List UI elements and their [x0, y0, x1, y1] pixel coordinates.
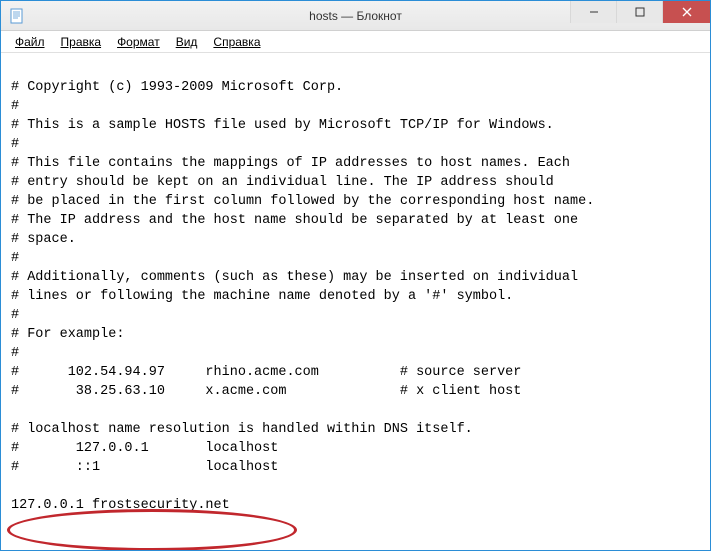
titlebar: hosts — Блокнот — [1, 1, 710, 31]
text-line: # lines or following the machine name de… — [11, 289, 513, 304]
minimize-button[interactable] — [570, 1, 616, 23]
text-line: # — [11, 308, 19, 323]
text-line: # 38.25.63.10 x.acme.com # x client host — [11, 384, 521, 399]
text-line: # The IP address and the host name shoul… — [11, 213, 578, 228]
window-title: hosts — Блокнот — [309, 9, 402, 23]
annotation-circle — [7, 509, 297, 550]
menu-edit[interactable]: Правка — [53, 33, 110, 51]
menubar: Файл Правка Формат Вид Справка — [1, 31, 710, 53]
menu-view[interactable]: Вид — [168, 33, 206, 51]
text-line: # ::1 localhost — [11, 460, 278, 475]
text-line: 127.0.0.1 frostsecurity.net — [11, 498, 230, 513]
text-line: # 127.0.0.1 localhost — [11, 441, 278, 456]
text-line: # — [11, 346, 19, 361]
text-line: # — [11, 99, 19, 114]
text-editor-area[interactable]: # Copyright (c) 1993-2009 Microsoft Corp… — [1, 53, 710, 550]
notepad-icon — [9, 8, 25, 24]
maximize-button[interactable] — [616, 1, 662, 23]
text-line: # Additionally, comments (such as these)… — [11, 270, 578, 285]
text-line: # — [11, 251, 19, 266]
text-line: # — [11, 137, 19, 152]
text-line: # entry should be kept on an individual … — [11, 175, 554, 190]
text-line: # This is a sample HOSTS file used by Mi… — [11, 118, 554, 133]
text-line: # localhost name resolution is handled w… — [11, 422, 473, 437]
text-line: # be placed in the first column followed… — [11, 194, 594, 209]
text-line: # 102.54.94.97 rhino.acme.com # source s… — [11, 365, 521, 380]
text-line: # space. — [11, 232, 76, 247]
text-line: # Copyright (c) 1993-2009 Microsoft Corp… — [11, 80, 343, 95]
menu-help[interactable]: Справка — [205, 33, 268, 51]
menu-format[interactable]: Формат — [109, 33, 168, 51]
menu-file[interactable]: Файл — [7, 33, 53, 51]
window-controls — [570, 1, 710, 23]
close-button[interactable] — [662, 1, 710, 23]
text-line: # This file contains the mappings of IP … — [11, 156, 570, 171]
text-line: # For example: — [11, 327, 124, 342]
